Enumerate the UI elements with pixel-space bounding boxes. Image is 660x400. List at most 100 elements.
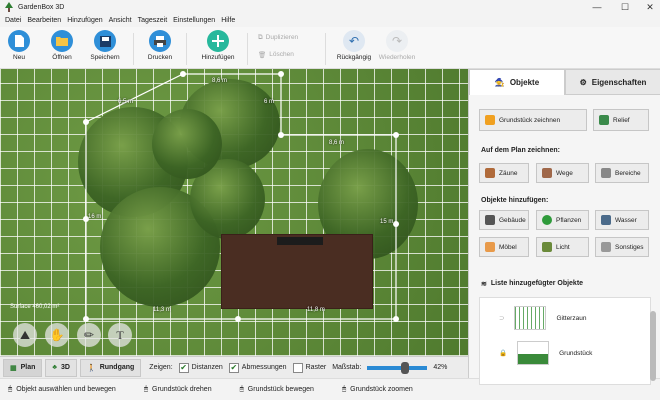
toolbar: Neu Öffnen Speichern Drucken Hinzufügen … bbox=[0, 27, 660, 69]
scale-slider[interactable] bbox=[367, 361, 428, 374]
furniture-icon bbox=[485, 242, 495, 252]
view-bar: ▦ Plan ♣ 3D 🚶 Rundgang Zeigen: ✔ Distanz… bbox=[0, 356, 468, 378]
list-item[interactable]: 🔒 Grundstück bbox=[499, 341, 649, 365]
delete-button[interactable]: 🗑 Löschen bbox=[258, 51, 294, 59]
relief-label: Relief bbox=[613, 116, 630, 124]
duplicate-button[interactable]: ⧉ Duplizieren bbox=[258, 34, 298, 42]
draw-lot-button[interactable]: Grundstück zeichnen bbox=[479, 109, 587, 131]
lock-icon: 🔒 bbox=[499, 350, 508, 357]
tab-properties-label: Eigenschaften bbox=[591, 77, 647, 87]
distances-checkbox[interactable]: ✔ Distanzen bbox=[178, 362, 223, 373]
status-text: Grundstück bewegen bbox=[247, 386, 314, 393]
save-button[interactable]: Speichern bbox=[88, 30, 122, 61]
other-button[interactable]: Sonstiges bbox=[595, 237, 649, 257]
building-icon bbox=[485, 215, 495, 225]
tab-objects[interactable]: 🧙 Objekte bbox=[469, 69, 565, 95]
objects-panel: 🧙 Objekte ⚙ Eigenschaften Grundstück zei… bbox=[468, 69, 660, 385]
scale-slider-thumb[interactable] bbox=[401, 361, 410, 374]
status-move: 🖱 Grundstück bewegen bbox=[240, 386, 314, 394]
print-label: Drucken bbox=[147, 54, 173, 61]
mouse-left-icon: 🖱 bbox=[8, 385, 13, 393]
menu-file[interactable]: Datei bbox=[2, 17, 24, 24]
add-label: Hinzufügen bbox=[201, 54, 235, 61]
print-button[interactable]: Drucken bbox=[145, 30, 175, 61]
close-button[interactable]: ✕ bbox=[636, 0, 660, 14]
menu-edit[interactable]: Bearbeiten bbox=[24, 17, 64, 24]
3d-label: 3D bbox=[61, 364, 70, 371]
plant-icon bbox=[542, 215, 552, 225]
app-icon bbox=[5, 2, 13, 12]
paths-label: Wege bbox=[556, 169, 573, 177]
paths-button[interactable]: Wege bbox=[536, 163, 589, 183]
open-button[interactable]: Öffnen bbox=[46, 30, 78, 61]
print-icon bbox=[149, 30, 171, 52]
plan-label: Plan bbox=[20, 364, 36, 371]
new-icon bbox=[8, 30, 30, 52]
menu-time-of-day[interactable]: Tageszeit bbox=[135, 17, 171, 24]
dimension-label: 6 m bbox=[264, 99, 275, 105]
title-bar: GardenBox 3D — ☐ ✕ bbox=[0, 0, 660, 14]
3d-view-button[interactable]: ♣ 3D bbox=[45, 358, 77, 377]
areas-button[interactable]: Bereiche bbox=[595, 163, 649, 183]
duplicate-icon: ⧉ bbox=[258, 34, 263, 41]
terrain-tool-icon[interactable]: ⛰ bbox=[13, 323, 37, 347]
plan-canvas[interactable]: 6,5 m 8,6 m 6 m 8,6 m 16 m 15 m 11,3 m 1… bbox=[0, 69, 468, 356]
water-button[interactable]: Wasser bbox=[595, 210, 649, 230]
menu-view[interactable]: Ansicht bbox=[106, 17, 135, 24]
redo-button[interactable]: ↷ Wiederholen bbox=[376, 30, 418, 61]
minimize-button[interactable]: — bbox=[583, 0, 611, 14]
text-tool-icon[interactable]: T bbox=[108, 323, 132, 347]
ruler-tool-icon[interactable]: ✏ bbox=[77, 323, 101, 347]
list-heading: Liste hinzugefügter Objekte bbox=[490, 280, 584, 287]
add-heading: Objekte hinzufügen: bbox=[481, 197, 549, 204]
menu-help[interactable]: Hilfe bbox=[218, 17, 238, 24]
save-icon bbox=[94, 30, 116, 52]
new-button[interactable]: Neu bbox=[6, 30, 32, 61]
path-icon bbox=[542, 168, 552, 178]
redo-label: Wiederholen bbox=[378, 54, 416, 61]
dimension-label: 8,6 m bbox=[212, 78, 228, 84]
grid-checkbox[interactable]: Raster bbox=[292, 362, 326, 373]
menu-bar: Datei Bearbeiten Hinzufügen Ansicht Tage… bbox=[0, 14, 660, 27]
list-scrollbar[interactable] bbox=[650, 311, 656, 381]
dimension-label: 15 m bbox=[380, 219, 394, 225]
walk-view-button[interactable]: 🚶 Rundgang bbox=[79, 358, 142, 377]
fence-thumbnail bbox=[514, 306, 547, 330]
plan-icon: ▦ bbox=[10, 364, 17, 372]
dimensions-checkbox[interactable]: ✔ Abmessungen bbox=[228, 362, 287, 373]
status-zoom: 🖱 Grundstück zoomen bbox=[342, 386, 413, 394]
toolbar-separator bbox=[325, 33, 326, 65]
menu-add[interactable]: Hinzufügen bbox=[64, 17, 105, 24]
tab-properties[interactable]: ⚙ Eigenschaften bbox=[565, 69, 660, 95]
dimension-label: 11,3 m bbox=[153, 307, 171, 313]
lamp-icon bbox=[542, 242, 552, 252]
fences-button[interactable]: Zäune bbox=[479, 163, 529, 183]
mountain-icon bbox=[599, 115, 609, 125]
distances-label: Distanzen bbox=[191, 364, 223, 371]
undo-label: Rückgängig bbox=[336, 54, 372, 61]
add-button[interactable]: Hinzufügen bbox=[199, 30, 237, 61]
list-item[interactable]: ⊃ Gitterzaun bbox=[499, 306, 649, 330]
walk-icon: 🚶 bbox=[86, 364, 96, 372]
scale-value: 42% bbox=[433, 364, 448, 371]
light-button[interactable]: Licht bbox=[536, 237, 589, 257]
buildings-button[interactable]: Gebäude bbox=[479, 210, 529, 230]
undo-button[interactable]: ↶ Rückgängig bbox=[334, 30, 374, 61]
plan-view-button[interactable]: ▦ Plan bbox=[3, 358, 43, 377]
furniture-button[interactable]: Möbel bbox=[479, 237, 529, 257]
status-rotate: 🖱 Grundstück drehen bbox=[144, 386, 212, 394]
hand-tool-icon[interactable]: ✋ bbox=[45, 323, 69, 347]
relief-button[interactable]: Relief bbox=[593, 109, 649, 131]
plants-button[interactable]: Pflanzen bbox=[536, 210, 589, 230]
tree-icon: ♣ bbox=[52, 364, 58, 371]
dimension-label: 16 m bbox=[88, 214, 102, 220]
maximize-button[interactable]: ☐ bbox=[611, 0, 639, 14]
list-item-label: Gitterzaun bbox=[556, 314, 587, 322]
undo-icon: ↶ bbox=[343, 30, 365, 52]
folder-icon bbox=[51, 30, 73, 52]
menu-settings[interactable]: Einstellungen bbox=[170, 17, 218, 24]
mouse-wheel-icon: 🖱 bbox=[341, 385, 347, 393]
walk-label: Rundgang bbox=[99, 364, 135, 371]
buildings-label: Gebäude bbox=[499, 216, 526, 224]
layers-icon: ≋ bbox=[481, 281, 487, 288]
